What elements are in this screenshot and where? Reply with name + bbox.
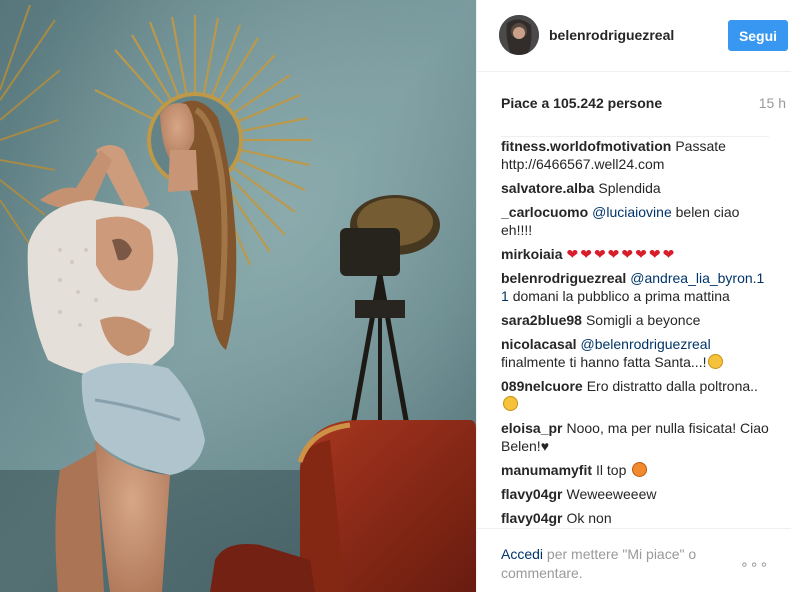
- cat-face-emoji-icon: [632, 462, 648, 477]
- comment-item: manumamyfit Il top: [501, 461, 769, 479]
- comment-username[interactable]: salvatore.alba: [501, 180, 594, 196]
- photo-illustration: [0, 0, 476, 592]
- comment-username[interactable]: fitness.worldofmotivation: [501, 138, 671, 154]
- comment-mention[interactable]: @luciaiovine: [592, 204, 672, 220]
- ellipsis-icon[interactable]: ∘∘∘: [740, 556, 769, 573]
- avatar-image: [499, 15, 539, 55]
- comment-text: finalmente ti hanno fatta Santa...!: [501, 354, 707, 370]
- comment-username[interactable]: eloisa_pr: [501, 420, 562, 436]
- comments-list[interactable]: fitness.worldofmotivation Passate http://…: [501, 136, 769, 528]
- likes-summary: Piace a 105.242 persone 15 h: [501, 95, 786, 111]
- comment-username[interactable]: flavy04gr: [501, 486, 562, 502]
- post-photo[interactable]: [0, 0, 476, 592]
- comment-username[interactable]: mirkoiaia: [501, 246, 562, 262]
- comment-item: nicolacasal @belenrodriguezreal finalment…: [501, 335, 769, 371]
- comment-username[interactable]: sara2blue98: [501, 312, 582, 328]
- comment-text: Splendida: [598, 180, 661, 196]
- follow-button[interactable]: Segui: [728, 20, 788, 51]
- laughing-face-emoji-icon: [503, 396, 518, 411]
- comment-item: eloisa_pr Nooo, ma per nulla fisicata! Ci…: [501, 419, 769, 455]
- black-heart-icon: ♥: [540, 438, 550, 454]
- post-author-username[interactable]: belenrodriguezreal: [549, 27, 674, 43]
- comment-text: domani la pubblico a prima mattina: [512, 288, 730, 304]
- comment-username[interactable]: 089nelcuore: [501, 378, 583, 394]
- comment-text: Weweeweeew: [566, 486, 657, 502]
- comment-item: mirkoiaia ❤❤❤❤❤❤❤❤: [501, 245, 769, 263]
- comment-item: fitness.worldofmotivation Passate http://…: [501, 137, 769, 173]
- comment-text: Il top: [596, 462, 627, 478]
- login-link[interactable]: Accedi: [501, 546, 543, 562]
- avatar[interactable]: [499, 15, 539, 55]
- comment-username[interactable]: _carlocuomo: [501, 204, 588, 220]
- comment-item: salvatore.alba Splendida: [501, 179, 769, 197]
- comment-username[interactable]: nicolacasal: [501, 336, 577, 352]
- comment-text: Somigli a beyonce: [585, 312, 701, 328]
- post-view: belenrodriguezreal Segui Piace a 105.242…: [0, 0, 791, 592]
- comment-item: sara2blue98 Somigli a beyonce: [501, 311, 769, 329]
- comment-username[interactable]: flavy04gr: [501, 510, 562, 526]
- likes-count[interactable]: Piace a 105.242 persone: [501, 95, 662, 111]
- comment-username[interactable]: manumamyfit: [501, 462, 592, 478]
- comment-item: _carlocuomo @luciaiovine belen ciao eh!!!…: [501, 203, 769, 239]
- post-sidebar: belenrodriguezreal Segui Piace a 105.242…: [476, 0, 791, 592]
- grinning-face-emoji-icon: [708, 354, 724, 369]
- comment-mention[interactable]: @belenrodriguezreal: [581, 336, 711, 352]
- post-timestamp[interactable]: 15 h: [759, 95, 786, 111]
- comment-item: flavy04gr Ok non: [501, 509, 769, 527]
- comment-item: belenrodriguezreal @andrea_lia_byron.11 d…: [501, 269, 769, 305]
- post-footer: Accedi per mettere "Mi piace" o commenta…: [477, 528, 791, 592]
- comment-text-hearts: ❤❤❤❤❤❤❤❤: [566, 246, 677, 262]
- comment-item: 089nelcuore Ero distratto dalla poltrona.…: [501, 377, 769, 413]
- comment-item: flavy04gr Weweeweeew: [501, 485, 769, 503]
- comment-text: Ero distratto dalla poltrona..: [586, 378, 758, 394]
- comment-username[interactable]: belenrodriguezreal: [501, 270, 626, 286]
- comment-text: Ok non: [566, 510, 612, 526]
- login-prompt: Accedi per mettere "Mi piace" o commenta…: [501, 545, 731, 583]
- post-header: belenrodriguezreal Segui: [477, 0, 791, 72]
